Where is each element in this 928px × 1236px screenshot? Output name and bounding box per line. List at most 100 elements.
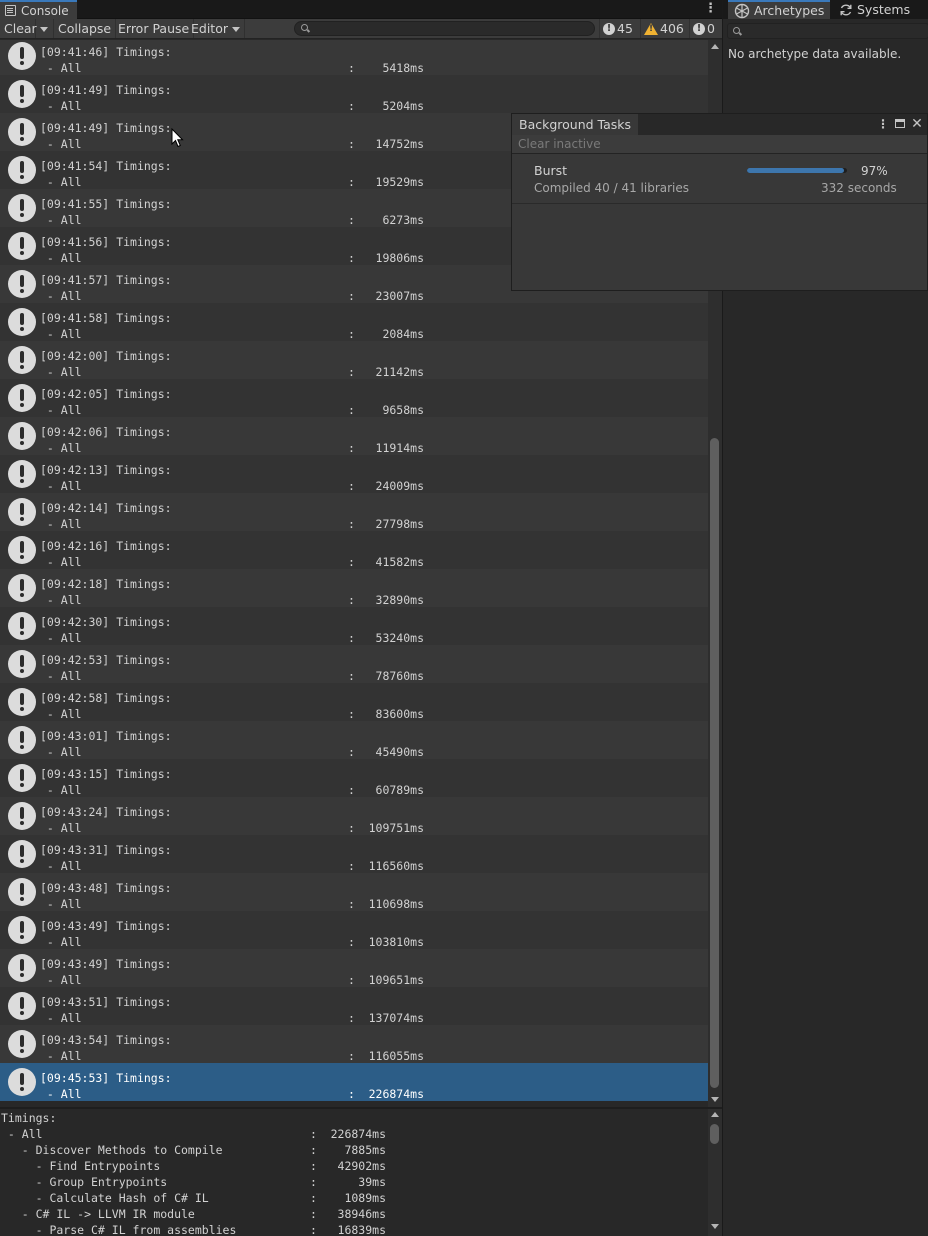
- detail-scrollbar[interactable]: [708, 1109, 722, 1236]
- log-entry-title: [09:43:15] Timings:: [40, 767, 172, 781]
- error-pause-button[interactable]: Error Pause: [114, 19, 195, 38]
- info-icon: [8, 308, 36, 336]
- log-entry[interactable]: [09:42:53] Timings: - All: 78760ms: [0, 645, 708, 683]
- editor-dropdown[interactable]: Editor: [187, 19, 245, 38]
- log-entry[interactable]: [09:42:05] Timings: - All: 9658ms: [0, 379, 708, 417]
- log-entry-time: [09:42:05]: [40, 387, 110, 401]
- log-entry-title: [09:42:14] Timings:: [40, 501, 172, 515]
- close-icon[interactable]: ✕: [910, 117, 924, 131]
- detail-line-separator: :: [310, 1143, 317, 1157]
- log-entry[interactable]: [09:43:51] Timings: - All:137074ms: [0, 987, 708, 1025]
- log-entry[interactable]: [09:42:06] Timings: - All: 11914ms: [0, 417, 708, 455]
- log-entry[interactable]: [09:45:53] Timings: - All:226874ms: [0, 1063, 708, 1101]
- clear-button[interactable]: Clear: [0, 19, 37, 38]
- log-entry-time: [09:42:16]: [40, 539, 110, 553]
- log-entry-value: 109751ms: [368, 821, 424, 835]
- log-entry[interactable]: [09:43:01] Timings: - All: 45490ms: [0, 721, 708, 759]
- log-entry[interactable]: [09:42:14] Timings: - All: 27798ms: [0, 493, 708, 531]
- log-entry[interactable]: [09:42:18] Timings: - All: 32890ms: [0, 569, 708, 607]
- log-entry[interactable]: [09:42:00] Timings: - All: 21142ms: [0, 341, 708, 379]
- scroll-down-arrow-icon[interactable]: [711, 1097, 719, 1102]
- log-entry-title: [09:43:01] Timings:: [40, 729, 172, 743]
- task-separator: [512, 203, 927, 204]
- info-icon: [8, 840, 36, 868]
- window-menu-icon[interactable]: ⋮: [876, 117, 890, 131]
- background-tasks-title[interactable]: Background Tasks: [512, 114, 639, 135]
- info-icon: [8, 80, 36, 108]
- log-entry[interactable]: [09:43:15] Timings: - All: 60789ms: [0, 759, 708, 797]
- log-entry[interactable]: [09:43:49] Timings: - All:109651ms: [0, 949, 708, 987]
- background-tasks-header: Background Tasks ⋮ ✕: [512, 114, 927, 135]
- log-entry-label: Timings:: [116, 463, 172, 477]
- maximize-icon[interactable]: [893, 117, 907, 131]
- info-icon: [8, 422, 36, 450]
- scroll-up-arrow-icon[interactable]: [711, 44, 719, 49]
- info-icon: [8, 650, 36, 678]
- console-search-input[interactable]: [294, 21, 595, 36]
- info-icon: [8, 1030, 36, 1058]
- log-entry-label: Timings:: [116, 767, 172, 781]
- info-icon: [8, 802, 36, 830]
- log-entry-value: 116055ms: [368, 1049, 424, 1063]
- detail-line-separator: :: [310, 1159, 317, 1173]
- scroll-down-arrow-icon[interactable]: [711, 1224, 719, 1229]
- log-entry-title: [09:42:13] Timings:: [40, 463, 172, 477]
- log-entry[interactable]: [09:43:49] Timings: - All:103810ms: [0, 911, 708, 949]
- info-count: 45: [617, 21, 633, 36]
- log-entry-time: [09:42:58]: [40, 691, 110, 705]
- detail-scrollbar-thumb[interactable]: [710, 1124, 719, 1144]
- log-entry-value: 83600ms: [375, 707, 424, 721]
- log-entry-time: [09:43:54]: [40, 1033, 110, 1047]
- log-entry[interactable]: [09:42:16] Timings: - All: 41582ms: [0, 531, 708, 569]
- log-entry-value: 27798ms: [375, 517, 424, 531]
- log-entry-time: [09:41:49]: [40, 83, 110, 97]
- log-entry-time: [09:43:51]: [40, 995, 110, 1009]
- log-entry-value: 2084ms: [382, 327, 424, 341]
- log-entry-separator: :: [348, 213, 355, 227]
- info-toggle[interactable]: ! 45: [599, 19, 636, 38]
- log-entry-time: [09:43:49]: [40, 957, 110, 971]
- log-entry-time: [09:42:53]: [40, 653, 110, 667]
- log-entry[interactable]: [09:41:49] Timings: - All: 5204ms: [0, 75, 708, 113]
- log-scrollbar-thumb[interactable]: [710, 438, 719, 1088]
- log-entry-value: 5418ms: [382, 61, 424, 75]
- log-entry[interactable]: [09:42:30] Timings: - All: 53240ms: [0, 607, 708, 645]
- warning-toggle[interactable]: 406: [640, 19, 687, 38]
- collapse-button[interactable]: Collapse: [54, 19, 117, 38]
- log-entry-label: Timings:: [116, 957, 172, 971]
- console-menu-icon[interactable]: ⋮: [704, 2, 717, 16]
- log-entry-label: Timings:: [116, 805, 172, 819]
- detail-line-label: - Calculate Hash of C# IL: [1, 1191, 209, 1205]
- log-entry-time: [09:43:24]: [40, 805, 110, 819]
- log-entry-time: [09:42:14]: [40, 501, 110, 515]
- log-entry-separator: :: [348, 99, 355, 113]
- log-entry[interactable]: [09:43:48] Timings: - All:110698ms: [0, 873, 708, 911]
- info-icon: [8, 270, 36, 298]
- log-entry-title: [09:43:49] Timings:: [40, 957, 172, 971]
- log-entry-title: [09:42:16] Timings:: [40, 539, 172, 553]
- log-entry-label: Timings:: [116, 425, 172, 439]
- archetypes-search-input[interactable]: [727, 23, 928, 39]
- tab-console[interactable]: Console: [0, 0, 77, 19]
- tab-archetypes[interactable]: Archetypes: [728, 0, 831, 19]
- error-toggle[interactable]: ! 0: [689, 19, 718, 38]
- tab-systems[interactable]: Systems: [833, 0, 916, 19]
- clear-inactive-button[interactable]: Clear inactive: [518, 137, 601, 151]
- scroll-up-arrow-icon[interactable]: [711, 1112, 719, 1117]
- log-entry[interactable]: [09:43:54] Timings: - All:116055ms: [0, 1025, 708, 1063]
- log-entry[interactable]: [09:42:13] Timings: - All: 24009ms: [0, 455, 708, 493]
- log-entry-item: - All: [40, 137, 82, 151]
- log-entry-time: [09:42:06]: [40, 425, 110, 439]
- log-entry[interactable]: [09:41:46] Timings: - All: 5418ms: [0, 40, 708, 75]
- log-entry[interactable]: [09:43:24] Timings: - All:109751ms: [0, 797, 708, 835]
- log-entry[interactable]: [09:42:58] Timings: - All: 83600ms: [0, 683, 708, 721]
- log-entry-label: Timings:: [116, 349, 172, 363]
- log-entry-title: [09:41:56] Timings:: [40, 235, 172, 249]
- log-entry-time: [09:43:48]: [40, 881, 110, 895]
- log-entry-value: 41582ms: [375, 555, 424, 569]
- log-entry[interactable]: [09:43:31] Timings: - All:116560ms: [0, 835, 708, 873]
- clear-dropdown-button[interactable]: [36, 19, 54, 38]
- log-entry-item: - All: [40, 479, 82, 493]
- log-entry[interactable]: [09:41:58] Timings: - All: 2084ms: [0, 303, 708, 341]
- log-entry-time: [09:43:49]: [40, 919, 110, 933]
